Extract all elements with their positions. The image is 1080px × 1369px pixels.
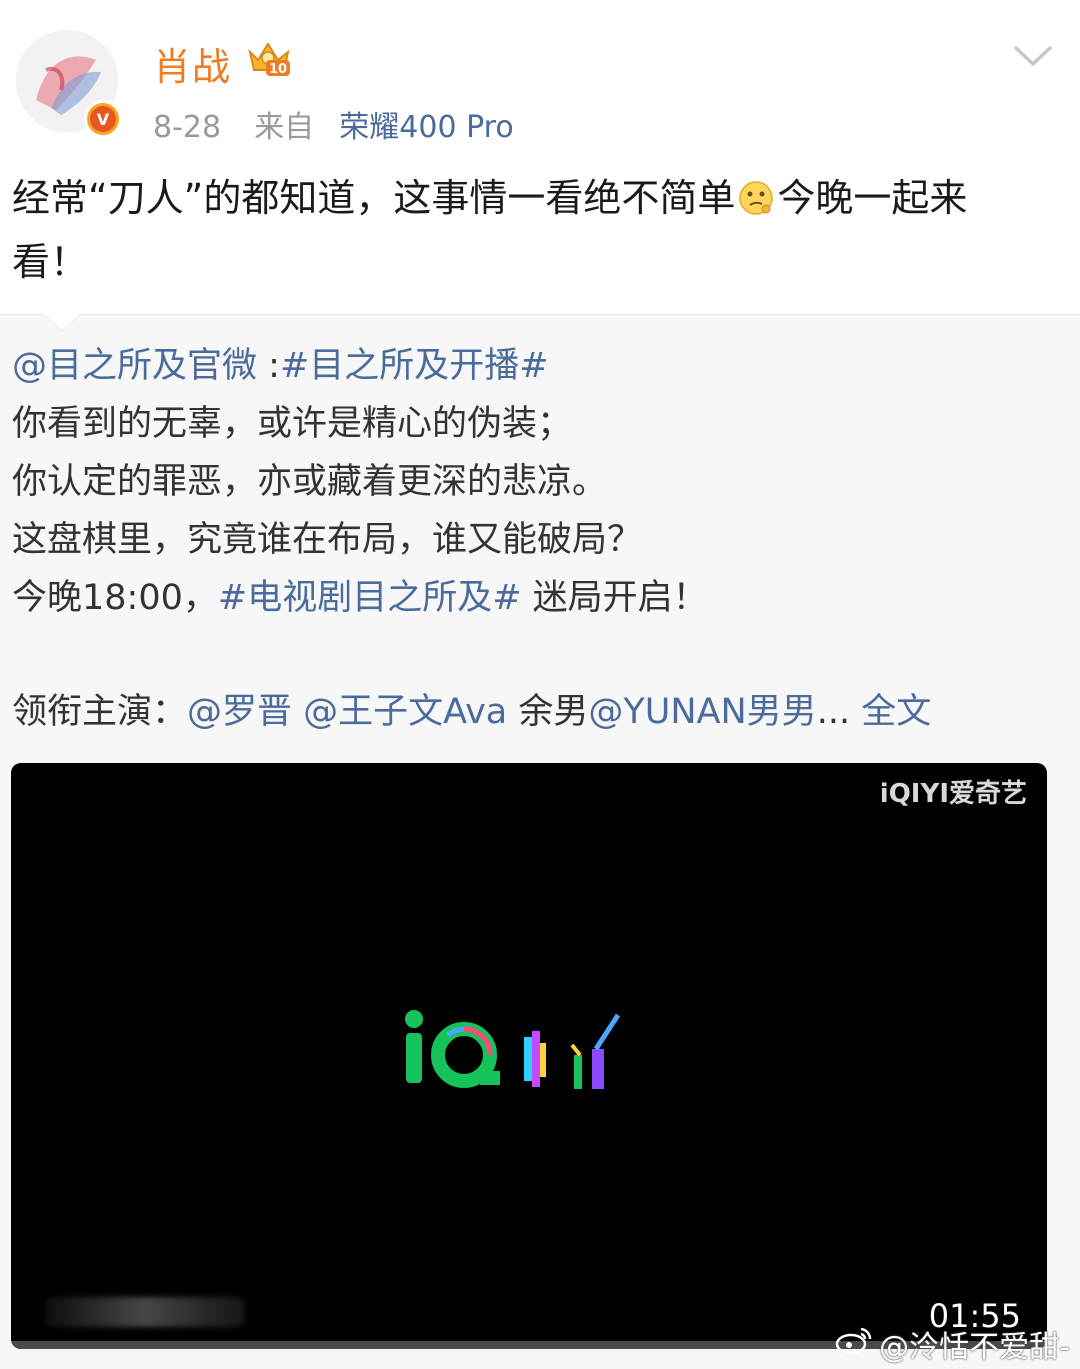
repost-separator: : [257, 346, 280, 386]
repost-card[interactable]: @目之所及官微 :#目之所及开播# 你看到的无辜，或许是精心的伪装； 你认定的罪… [0, 314, 1080, 1369]
weibo-logo-icon [835, 1325, 873, 1363]
repost-body: @目之所及官微 :#目之所及开播# 你看到的无辜，或许是精心的伪装； 你认定的罪… [12, 337, 1062, 741]
repost-author-mention[interactable]: @目之所及官微 [12, 346, 257, 386]
video-blurred-caption [45, 1297, 245, 1327]
post-text-line1-b: 今晚一起来 [777, 176, 968, 220]
watermark: @泠恬不爱甜- [835, 1322, 1070, 1366]
username[interactable]: 肖战 [153, 36, 231, 91]
post-text-line1-a: 经常“刀人”的都知道，这事情一看绝不简单 [12, 176, 736, 220]
post-text-line2: 看！ [12, 240, 89, 284]
repost-line4-suffix: 迷局开启！ [521, 578, 708, 618]
post-source-prefix: 来自 [254, 110, 315, 145]
verified-badge: V [84, 100, 122, 138]
repost-full-text-link[interactable]: 全文 [861, 692, 931, 732]
verified-badge-letter: V [90, 106, 116, 132]
chevron-down-icon[interactable] [1012, 40, 1054, 70]
iqiyi-corner-logo: iQIYI爱奇艺 [879, 779, 1027, 809]
repost-line1: 你看到的无辜，或许是精心的伪装； [12, 404, 573, 444]
repost-hashtag-main[interactable]: #目之所及开播# [280, 346, 549, 386]
post-meta: 8-28 来自 荣耀400 Pro [153, 102, 514, 146]
watermark-text: @泠恬不爱甜- [879, 1330, 1070, 1365]
repost-cast-mention-1[interactable]: @罗晋 [187, 692, 292, 732]
repost-cast-plain: 余男 [507, 692, 589, 732]
repost-blank-line [12, 627, 1062, 683]
post-date: 8-28 [153, 110, 222, 145]
repost-cast-label: 领衔主演： [12, 692, 188, 732]
repost-line3: 这盘棋里，究竟谁在布局，谁又能破局？ [12, 520, 643, 560]
iqiyi-center-logo-icon [396, 1003, 636, 1103]
repost-cast-mention-3[interactable]: @YUNAN男男 [588, 692, 816, 732]
repost-ellipsis: ... [816, 692, 851, 732]
thinking-face-emoji-icon [737, 172, 775, 215]
post-header: V 肖战 10 8-28 来自 荣耀400 Pro [0, 0, 1080, 150]
repost-line2: 你认定的罪恶，亦或藏着更深的悲凉。 [12, 462, 608, 502]
repost-line4-prefix: 今晚18:00， [12, 578, 218, 618]
repost-notch [44, 314, 80, 330]
crown-badge-icon[interactable]: 10 [244, 38, 294, 78]
video-player[interactable]: iQIYI爱奇艺 01:55 [11, 763, 1047, 1349]
post-text: 经常“刀人”的都知道，这事情一看绝不简单 今晚一起来 看！ [12, 166, 1062, 294]
post-device[interactable]: 荣耀400 Pro [339, 110, 513, 145]
repost-cast-mention-2[interactable]: @王子文Ava [303, 692, 507, 732]
crown-level: 10 [269, 62, 287, 77]
repost-line4-hashtag[interactable]: #电视剧目之所及# [218, 578, 522, 618]
